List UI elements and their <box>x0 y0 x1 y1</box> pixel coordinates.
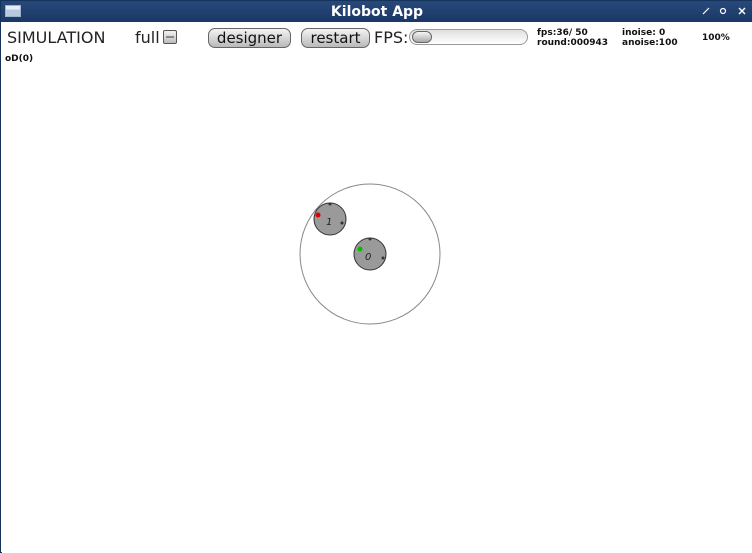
title-bar[interactable]: Kilobot App <box>1 1 752 22</box>
robot-leg <box>328 202 332 206</box>
kilobot-robot[interactable]: 1 <box>313 202 347 236</box>
client-area: SIMULATION full designer restart FPS: fp… <box>2 22 752 553</box>
dot-icon[interactable] <box>717 5 729 17</box>
robot-id-label: 0 <box>365 252 371 263</box>
robot-led <box>357 246 363 252</box>
app-window: Kilobot App SIMULATION full designer res… <box>0 0 752 553</box>
robot-leg <box>381 256 385 260</box>
window-title: Kilobot App <box>330 4 424 20</box>
robot-leg <box>340 221 344 225</box>
simulation-canvas[interactable]: 1 0 <box>2 22 752 553</box>
kilobot-robot[interactable]: 0 <box>353 237 387 271</box>
edit-icon[interactable] <box>700 5 712 17</box>
robot-id-label: 1 <box>326 217 332 228</box>
robot-led <box>315 212 321 218</box>
robot-leg <box>368 237 372 241</box>
close-icon[interactable] <box>736 5 748 17</box>
